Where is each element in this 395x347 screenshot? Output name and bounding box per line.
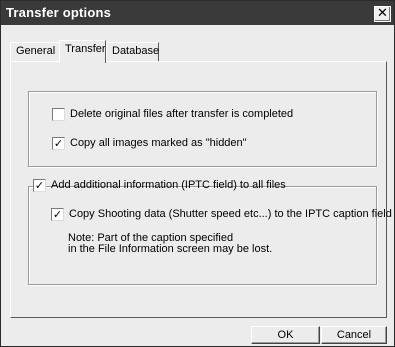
transfer-tab-panel: Delete original files after transfer is … <box>10 61 392 318</box>
delete-original-checkbox[interactable] <box>52 108 65 121</box>
window-title: Transfer options <box>6 5 112 20</box>
copy-shooting-label: Copy Shooting data (Shutter speed etc...… <box>69 208 392 220</box>
tab-transfer[interactable]: Transfer <box>59 40 106 63</box>
caption-loss-note: Note: Part of the caption specified in t… <box>68 233 272 255</box>
add-iptc-checkbox[interactable]: ✓ <box>33 179 46 192</box>
note-line-2: in the File Information screen may be lo… <box>68 243 273 255</box>
copy-hidden-label: Copy all images marked as "hidden" <box>70 137 247 149</box>
tab-database[interactable]: Database <box>106 42 159 61</box>
close-button[interactable]: ✕ <box>374 6 391 22</box>
transfer-options-group <box>28 91 377 167</box>
tab-general[interactable]: General <box>10 42 60 61</box>
add-iptc-label: Add additional information (IPTC field) … <box>51 179 286 191</box>
delete-original-label: Delete original files after transfer is … <box>70 108 294 120</box>
ok-button[interactable]: OK <box>251 326 320 344</box>
copy-shooting-checkbox[interactable]: ✓ <box>51 208 64 221</box>
transfer-options-dialog: Transfer options ✕ General Transfer Data… <box>0 0 395 347</box>
add-iptc-option[interactable]: ✓ Add additional information (IPTC field… <box>33 179 286 193</box>
title-bar: Transfer options ✕ <box>1 1 394 25</box>
copy-hidden-checkbox[interactable]: ✓ <box>52 137 65 150</box>
cancel-button[interactable]: Cancel <box>321 326 387 344</box>
